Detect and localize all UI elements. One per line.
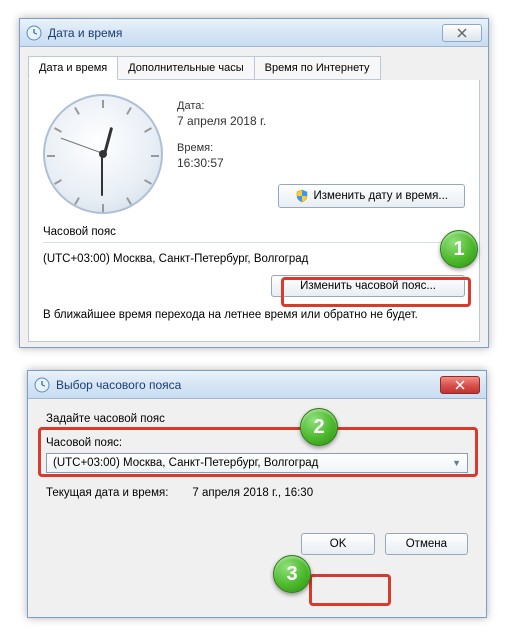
window-content: Дата и время Дополнительные часы Время п…	[20, 47, 488, 350]
tab-internet-time[interactable]: Время по Интернету	[254, 56, 381, 80]
window-title: Выбор часового пояса	[56, 378, 440, 392]
timezone-heading: Часовой пояс	[43, 226, 465, 238]
clock-icon	[34, 377, 50, 393]
titlebar[interactable]: Дата и время	[20, 19, 488, 47]
titlebar[interactable]: Выбор часового пояса	[28, 371, 486, 399]
cancel-label: Отмена	[406, 538, 447, 550]
current-datetime-label: Текущая дата и время:	[46, 487, 168, 499]
date-time-window: Дата и время Дата и время Дополнительные…	[19, 18, 489, 348]
instruction-text: Задайте часовой пояс	[46, 413, 468, 425]
time-label: Время:	[177, 142, 465, 154]
tab-date-time[interactable]: Дата и время	[28, 56, 118, 80]
change-date-time-label: Изменить дату и время...	[313, 190, 448, 202]
timezone-label: Часовой пояс:	[46, 437, 468, 449]
chevron-down-icon: ▼	[452, 458, 461, 468]
ok-button[interactable]: OK	[301, 533, 376, 555]
cancel-button[interactable]: Отмена	[385, 533, 468, 555]
change-timezone-label: Изменить часовой пояс...	[300, 280, 436, 292]
date-value: 7 апреля 2018 г.	[177, 114, 465, 128]
tab-body: Дата: 7 апреля 2018 г. Время: 16:30:57 И…	[28, 80, 480, 342]
date-time-info: Дата: 7 апреля 2018 г. Время: 16:30:57 И…	[177, 94, 465, 214]
window-title: Дата и время	[48, 26, 442, 40]
timezone-dropdown[interactable]: (UTC+03:00) Москва, Санкт-Петербург, Вол…	[46, 453, 468, 473]
timezone-selected: (UTC+03:00) Москва, Санкт-Петербург, Вол…	[53, 457, 318, 469]
close-button[interactable]	[440, 376, 480, 394]
separator	[43, 242, 465, 243]
analog-clock	[43, 94, 163, 214]
marker-1: 1	[440, 230, 478, 268]
shield-icon	[295, 189, 309, 203]
date-label: Дата:	[177, 100, 465, 112]
time-value: 16:30:57	[177, 156, 465, 170]
timezone-value: (UTC+03:00) Москва, Санкт-Петербург, Вол…	[43, 253, 465, 265]
marker-2: 2	[300, 408, 338, 446]
marker-3: 3	[273, 555, 311, 593]
clock-icon	[26, 25, 42, 41]
change-timezone-button[interactable]: Изменить часовой пояс...	[271, 275, 465, 297]
timezone-window: Выбор часового пояса Задайте часовой поя…	[27, 370, 487, 618]
current-datetime-value: 7 апреля 2018 г., 16:30	[192, 487, 313, 499]
window-content: Задайте часовой пояс Часовой пояс: (UTC+…	[28, 399, 486, 569]
close-button[interactable]	[442, 24, 482, 42]
change-date-time-button[interactable]: Изменить дату и время...	[278, 184, 465, 208]
tab-strip: Дата и время Дополнительные часы Время п…	[28, 56, 480, 81]
ok-label: OK	[330, 538, 347, 550]
tab-additional-clocks[interactable]: Дополнительные часы	[117, 56, 254, 80]
dst-note: В ближайшее время перехода на летнее вре…	[43, 309, 465, 321]
